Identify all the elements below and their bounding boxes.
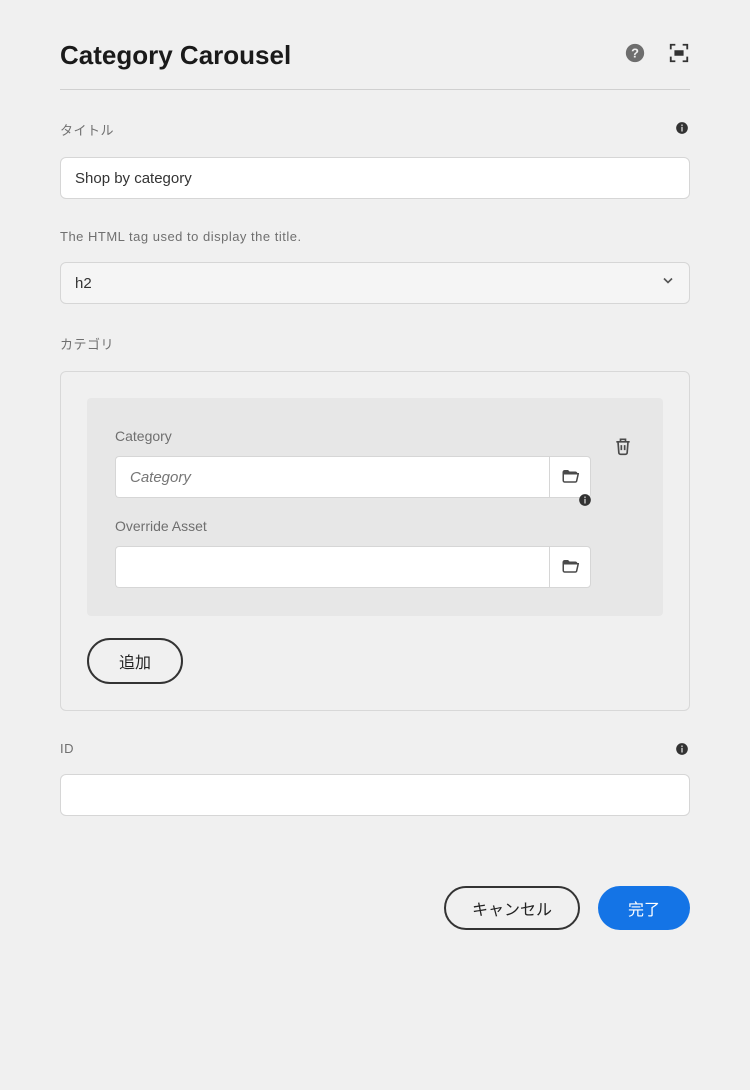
done-button[interactable]: 完了 [598, 886, 690, 930]
category-container: Category [60, 371, 690, 711]
help-icon[interactable]: ? [624, 42, 646, 69]
id-input[interactable] [60, 774, 690, 816]
category-browse-wrap [115, 456, 591, 498]
folder-icon [561, 467, 579, 488]
category-inner-label: Category [115, 428, 591, 444]
trash-icon [613, 444, 633, 459]
inner-field-category: Category [115, 428, 591, 498]
cancel-button[interactable]: キャンセル [444, 886, 580, 930]
dialog-root: Category Carousel ? タイトル The HTML tag us… [0, 0, 750, 960]
dialog-header: Category Carousel ? [60, 40, 690, 90]
tag-label: The HTML tag used to display the title. [60, 229, 690, 244]
inner-field-override: Override Asset [115, 518, 591, 588]
field-group-category: カテゴリ Category [60, 334, 690, 711]
header-icons: ? [624, 42, 690, 69]
info-icon[interactable] [674, 741, 690, 757]
category-item: Category [87, 398, 663, 616]
dialog-title: Category Carousel [60, 40, 291, 71]
folder-icon [561, 557, 579, 578]
tag-select[interactable]: h2 [60, 262, 690, 304]
override-browse-wrap [115, 546, 591, 588]
override-browse-button[interactable] [549, 546, 591, 588]
field-group-id: ID [60, 741, 690, 816]
fullscreen-icon[interactable] [668, 42, 690, 69]
info-icon[interactable] [577, 492, 593, 508]
field-group-title: タイトル [60, 120, 690, 199]
title-input[interactable] [60, 157, 690, 199]
delete-column [611, 428, 635, 588]
add-button[interactable]: 追加 [87, 638, 183, 684]
title-label: タイトル [60, 120, 690, 139]
svg-text:?: ? [631, 46, 639, 61]
tag-select-wrap: h2 [60, 262, 690, 304]
info-icon[interactable] [674, 120, 690, 136]
category-item-fields: Category [115, 428, 591, 588]
id-label: ID [60, 741, 690, 756]
category-label: カテゴリ [60, 334, 690, 353]
dialog-footer: キャンセル 完了 [60, 886, 690, 930]
category-input[interactable] [115, 456, 549, 498]
override-input[interactable] [115, 546, 549, 588]
delete-button[interactable] [611, 434, 635, 461]
field-group-tag: The HTML tag used to display the title. … [60, 229, 690, 304]
override-inner-label: Override Asset [115, 518, 591, 534]
